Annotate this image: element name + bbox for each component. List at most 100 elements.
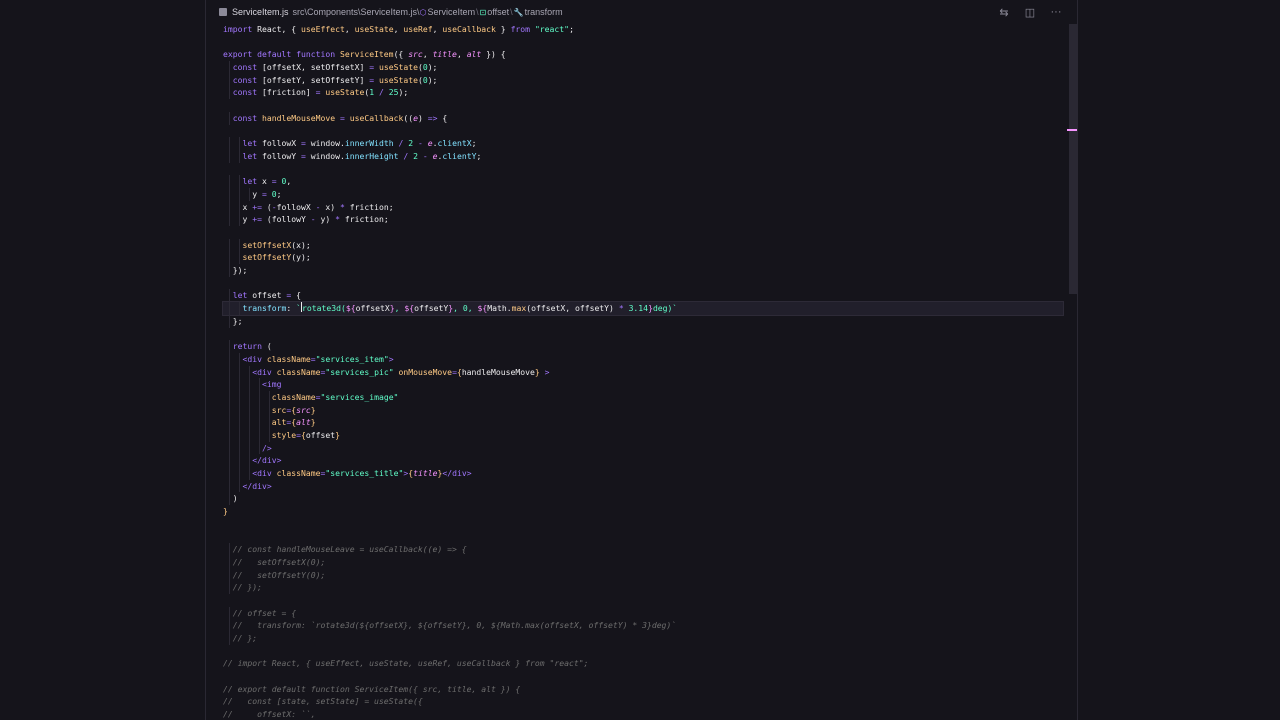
code-line[interactable]: return ( <box>223 340 1063 353</box>
code-line[interactable]: y = 0; <box>223 187 1063 201</box>
code-token: className <box>266 353 311 364</box>
code-line[interactable]: // offset = { <box>223 606 1063 620</box>
code-line[interactable] <box>223 670 1063 683</box>
code-token: "services_item" <box>315 353 389 364</box>
code-line[interactable] <box>223 645 1063 658</box>
code-line[interactable]: const handleMouseMove = useCallback((e) … <box>223 111 1063 125</box>
indent-guide <box>239 175 241 188</box>
code-line[interactable]: <div className="services_item"> <box>223 352 1063 366</box>
split-editor-icon[interactable]: ◫ <box>1023 5 1037 19</box>
code-line[interactable]: setOffsetY(y); <box>223 251 1063 265</box>
code-line[interactable]: let followX = window.innerWidth / 2 - e.… <box>223 137 1063 150</box>
code-line[interactable]: const [friction] = useState(1 / 25); <box>223 86 1063 100</box>
code-line[interactable]: y += (followY - y) * friction; <box>223 213 1063 226</box>
breadcrumb-symbol-transform[interactable]: transform <box>525 7 563 17</box>
indent-guide <box>229 86 230 100</box>
code-line[interactable]: // export default function ServiceItem({… <box>223 683 1063 696</box>
code-line[interactable] <box>223 594 1063 607</box>
code-line[interactable] <box>223 518 1063 531</box>
code-token: import <box>223 24 258 34</box>
code-token: = <box>369 74 379 85</box>
code-line[interactable] <box>223 531 1063 544</box>
code-line[interactable]: import React, { useEffect, useState, use… <box>223 23 1063 36</box>
code-token: * <box>339 201 350 212</box>
code-token: "services_pic" <box>325 366 399 377</box>
indent-guide <box>239 352 241 366</box>
code-token: <div <box>252 468 277 479</box>
code-line[interactable]: x += (-followX - x) * friction; <box>223 200 1063 214</box>
indent-guide <box>249 429 251 442</box>
indent-guide <box>269 429 271 442</box>
code-line[interactable]: <div className="services_title">{title}<… <box>223 467 1063 480</box>
code-token: [offsetY, setOffsetY] <box>262 74 370 85</box>
indent-guide <box>229 61 230 74</box>
more-actions-icon[interactable]: ··· <box>1049 5 1063 19</box>
code-token: offset <box>305 430 336 440</box>
code-line[interactable]: const [offsetX, setOffsetX] = useState(0… <box>223 61 1063 74</box>
indent-guide <box>229 454 230 468</box>
code-line[interactable]: /> <box>223 441 1063 455</box>
code-line[interactable]: // }); <box>223 581 1063 594</box>
code-line[interactable] <box>223 328 1063 341</box>
breadcrumb-symbol-serviceitem[interactable]: ServiceItem <box>428 7 476 17</box>
indent-guide <box>229 467 230 480</box>
code-line[interactable]: } <box>223 505 1063 518</box>
code-token: += <box>252 214 267 225</box>
code-token: = <box>339 112 350 123</box>
code-line[interactable]: }); <box>223 264 1063 277</box>
code-line[interactable] <box>223 277 1063 290</box>
code-line[interactable]: // import React, { useEffect, useState, … <box>223 657 1063 670</box>
code-line[interactable]: let x = 0, <box>223 175 1063 188</box>
code-line[interactable]: // transform: `rotate3d(${offsetX}, ${of… <box>223 619 1063 632</box>
code-token: ); <box>398 87 409 98</box>
code-token: // const [state, setState] = useState({ <box>223 696 423 707</box>
code-area[interactable]: import React, { useEffect, useState, use… <box>222 23 1064 720</box>
code-line[interactable]: style={offset} <box>223 429 1063 442</box>
breadcrumb-symbol-offset[interactable]: offset <box>487 7 509 17</box>
code-line[interactable]: // }; <box>223 632 1063 645</box>
code-line[interactable]: const [offsetY, setOffsetY] = useState(0… <box>223 73 1063 87</box>
code-line[interactable] <box>223 36 1063 49</box>
code-line[interactable] <box>223 99 1063 112</box>
code-token: 2 <box>408 138 418 149</box>
code-token: ); <box>427 74 438 85</box>
breadcrumb-file[interactable]: ServiceItem.js <box>232 7 289 17</box>
code-line[interactable]: alt={alt} <box>223 416 1063 429</box>
code-line[interactable]: </div> <box>223 454 1063 468</box>
code-line[interactable] <box>223 163 1063 176</box>
code-line[interactable]: // const handleMouseLeave = useCallback(… <box>223 543 1063 556</box>
code-line[interactable]: // offsetX: ``, <box>223 708 1063 720</box>
code-line[interactable]: <img <box>223 378 1063 391</box>
code-line[interactable]: ) <box>223 492 1063 506</box>
indent-guide <box>239 213 241 226</box>
code-line[interactable]: <div className="services_pic" onMouseMov… <box>223 365 1063 379</box>
code-line[interactable]: className="services_image" <box>223 390 1063 404</box>
code-line[interactable]: </div> <box>223 479 1063 493</box>
code-token: <img <box>261 379 282 390</box>
code-token: (followY <box>266 214 311 225</box>
code-line[interactable]: src={src} <box>223 403 1063 417</box>
code-editor[interactable]: ServiceItem.js src\Components\ServiceIte… <box>205 0 1078 720</box>
code-line[interactable]: setOffsetX(x); <box>223 238 1063 252</box>
indent-guide <box>239 378 241 391</box>
code-line[interactable]: // setOffsetY(0); <box>223 568 1063 582</box>
code-line[interactable]: export default function ServiceItem({ sr… <box>223 48 1063 61</box>
code-line[interactable]: let followY = window.innerHeight / 2 - e… <box>223 149 1063 163</box>
breadcrumb-path[interactable]: src\Components\ServiceItem.js\ <box>293 7 420 17</box>
code-line[interactable] <box>223 125 1063 138</box>
code-line[interactable]: }; <box>223 314 1063 328</box>
code-line[interactable]: // setOffsetX(0); <box>223 555 1063 569</box>
code-token: / <box>374 87 389 98</box>
indent-guide <box>229 73 230 87</box>
code-line[interactable]: // const [state, setState] = useState({ <box>223 695 1063 708</box>
code-line[interactable]: transform: `rotate3d(${offsetX}, ${offse… <box>222 301 1064 316</box>
code-token: }) { <box>481 49 506 60</box>
indent-guide <box>239 149 241 163</box>
code-line[interactable]: let offset = { <box>223 289 1063 303</box>
code-token: , <box>394 303 405 314</box>
vertical-scrollbar[interactable] <box>1069 24 1077 294</box>
compare-changes-icon[interactable]: ⇆ <box>997 5 1011 19</box>
code-line[interactable] <box>223 226 1063 239</box>
